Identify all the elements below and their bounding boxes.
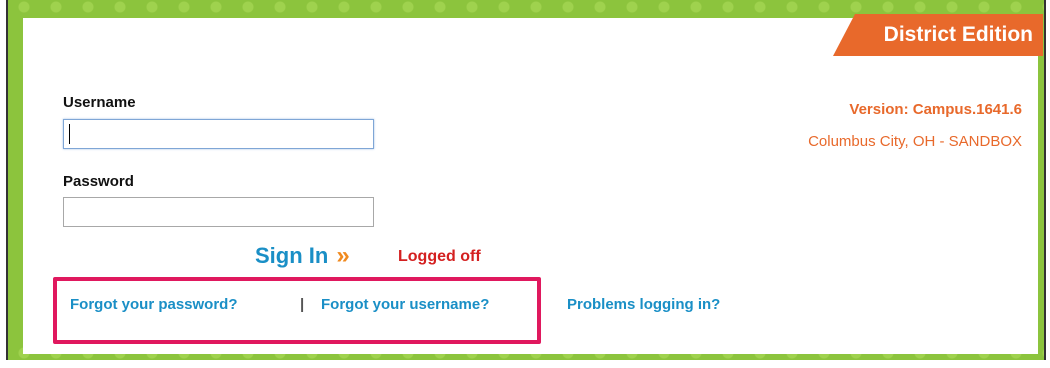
decorative-dots-top	[8, 0, 1044, 16]
version-label: Version: Campus.1641.6	[849, 101, 1022, 118]
problems-logging-in-link[interactable]: Problems logging in?	[567, 296, 720, 313]
text-caret	[69, 124, 70, 144]
decorative-background: District Edition Username Password Sign …	[6, 0, 1046, 360]
edition-badge: District Edition	[833, 14, 1043, 56]
password-label: Password	[63, 173, 134, 190]
double-chevron-right-icon: »	[336, 242, 350, 269]
page-frame: District Edition Username Password Sign …	[0, 0, 1050, 368]
login-panel: District Edition Username Password Sign …	[23, 14, 1043, 354]
link-separator: |	[300, 296, 305, 313]
forgot-username-link[interactable]: Forgot your username?	[321, 296, 489, 313]
username-label: Username	[63, 94, 136, 111]
login-status: Logged off	[398, 248, 481, 265]
sign-in-label: Sign In	[255, 243, 329, 268]
district-label: Columbus City, OH - SANDBOX	[808, 133, 1022, 150]
username-input[interactable]	[63, 119, 374, 149]
sign-in-button[interactable]: Sign In »	[255, 242, 350, 270]
forgot-password-link[interactable]: Forgot your password?	[70, 296, 238, 313]
password-input[interactable]	[63, 197, 374, 227]
